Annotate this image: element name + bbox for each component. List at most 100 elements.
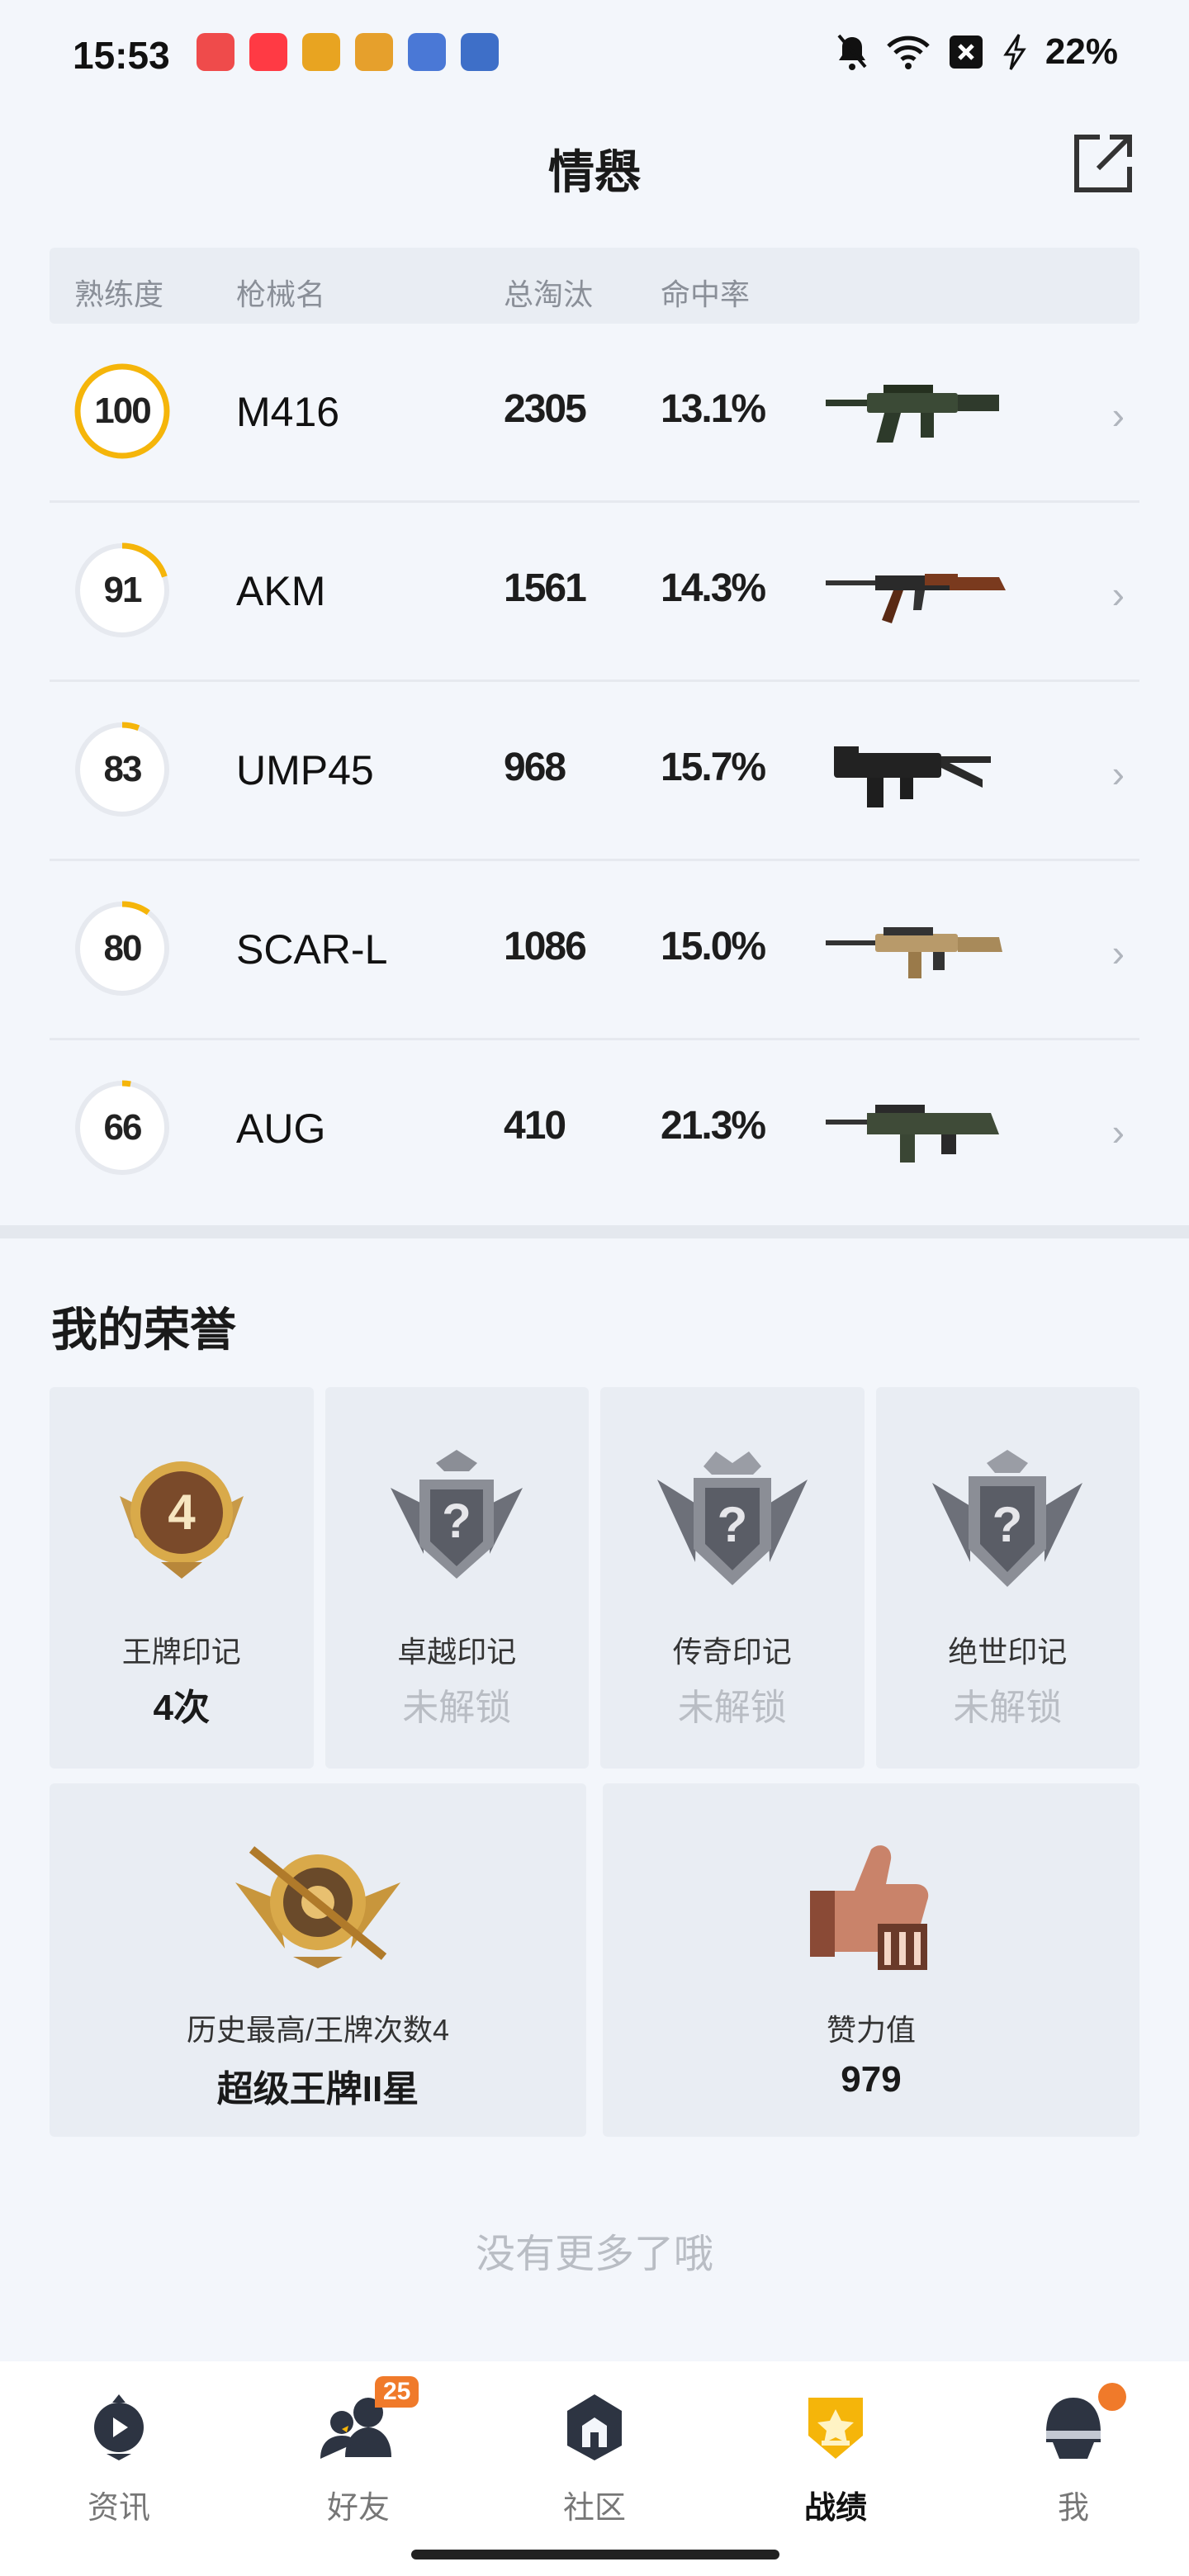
stat-label: 赞力值 [826, 2013, 916, 2047]
hit-rate-value: 13.1% [661, 387, 766, 431]
weapon-table: 熟练度 枪械名 总淘汰 命中率 100 M416 2305 13.1% › 91… [50, 248, 1139, 1217]
nav-item-news[interactable]: 资讯 [36, 2383, 201, 2531]
akm-icon [826, 574, 1006, 623]
badge-number: 4 [168, 1485, 196, 1540]
notification-app-icons [197, 33, 499, 71]
music-app-icon [249, 33, 287, 71]
share-icon[interactable] [1070, 130, 1136, 197]
badge-number: ? [717, 1497, 747, 1552]
nav-item-profile[interactable]: 我 [991, 2383, 1156, 2531]
ace-mark-icon: 4 [119, 1461, 244, 1579]
badge-value: 未解锁 [677, 1688, 787, 1728]
legend-mark-icon: ? [656, 1451, 808, 1585]
excellence-mark-icon: ? [391, 1450, 523, 1579]
badge-number: ? [443, 1494, 471, 1548]
weapon-name: M416 [236, 389, 340, 435]
proficiency-value: 66 [103, 1107, 143, 1148]
hero-app-icon [461, 33, 499, 71]
nav-label: 社区 [562, 2491, 626, 2526]
ace-rank-emblem-icon [235, 1846, 400, 1968]
hit-rate-value: 21.3% [661, 1104, 766, 1148]
stat-value: 超级王牌II星 [216, 2069, 419, 2110]
table-row[interactable]: 83 UMP45 968 15.7% › [50, 682, 1139, 861]
status-right: 22% [836, 31, 1118, 73]
col-weapon-name: 枪械名 [236, 277, 326, 311]
section-divider [0, 1225, 1189, 1238]
bottom-nav: 资讯 25 好友 社区 战绩 我 [0, 2361, 1189, 2576]
nav-label: 资讯 [87, 2491, 150, 2526]
chevron-right-icon[interactable]: › [1112, 751, 1125, 796]
stat-card-likes[interactable]: 赞力值 979 [603, 1783, 1139, 2137]
nav-label: 我 [1057, 2491, 1089, 2526]
home-indicator[interactable] [411, 2550, 779, 2559]
badge-value: 4次 [153, 1688, 210, 1728]
badge-name: 王牌印记 [121, 1635, 241, 1669]
peerless-mark-icon: ? [932, 1450, 1083, 1587]
stat-card-highest-rank[interactable]: 历史最高/王牌次数4 超级王牌II星 [50, 1783, 586, 2137]
badge-name: 卓越印记 [397, 1635, 517, 1669]
m416-icon [826, 385, 999, 443]
kills-value: 1561 [504, 566, 587, 610]
scar-l-icon [826, 927, 1002, 978]
record-icon [808, 2398, 863, 2459]
badge-grid: 4 王牌印记 4次 ? 卓越印记 未解锁 ? 传奇印记 未解锁 ? 绝世印记 未… [50, 1387, 1139, 1769]
end-of-list-text: 没有更多了哦 [475, 2233, 713, 2276]
charging-icon [1003, 34, 1026, 70]
battery-percent: 22% [1045, 31, 1118, 72]
nav-item-record[interactable]: 战绩 [753, 2383, 918, 2531]
chevron-right-icon[interactable]: › [1112, 393, 1125, 438]
page-header: 情㦛 [0, 116, 1189, 215]
table-row[interactable]: 80 SCAR-L 1086 15.0% › [50, 861, 1139, 1040]
mute-bell-icon [837, 34, 867, 70]
nav-label: 战绩 [803, 2491, 867, 2526]
hit-rate-value: 15.7% [661, 746, 766, 789]
honors-title: 我的荣誉 [51, 1304, 236, 1356]
status-time: 15:53 [73, 34, 170, 77]
weapon-name: SCAR-L [236, 926, 388, 973]
page-title: 情㦛 [548, 146, 641, 198]
col-proficiency: 熟练度 [74, 277, 164, 311]
chevron-right-icon[interactable]: › [1112, 930, 1125, 975]
badge-card[interactable]: ? 传奇印记 未解锁 [600, 1387, 865, 1769]
nav-label: 好友 [326, 2491, 390, 2526]
nav-item-community[interactable]: 社区 [512, 2383, 677, 2531]
chevron-right-icon[interactable]: › [1112, 572, 1125, 617]
weapon-name: UMP45 [236, 747, 374, 793]
news-icon [94, 2394, 144, 2460]
video-app-icon [197, 33, 234, 71]
table-row[interactable]: 91 AKM 1561 14.3% › [50, 503, 1139, 682]
status-bar: 15:53 22% [0, 0, 1189, 107]
friends-count-badge: 25 [375, 2376, 419, 2408]
ump45-icon [834, 746, 991, 807]
cartoon-app-icon [408, 33, 446, 71]
hit-rate-value: 15.0% [661, 925, 766, 968]
badge-card[interactable]: 4 王牌印记 4次 [50, 1387, 314, 1769]
proficiency-value: 80 [103, 928, 143, 968]
proficiency-value: 83 [103, 749, 143, 789]
notification-dot [1098, 2383, 1126, 2411]
kills-value: 968 [504, 746, 566, 789]
badge-number: ? [992, 1497, 1023, 1552]
proficiency-value: 100 [94, 391, 151, 431]
kills-value: 1086 [504, 925, 587, 968]
badge-value: 未解锁 [402, 1688, 512, 1728]
badge-card[interactable]: ? 卓越印记 未解锁 [324, 1387, 589, 1769]
nav-item-friends[interactable]: 25 好友 [276, 2376, 441, 2531]
weapon-name: AUG [236, 1106, 326, 1152]
aug-icon [826, 1105, 999, 1163]
proficiency-value: 91 [103, 570, 143, 610]
kills-value: 410 [504, 1104, 566, 1148]
col-hit-rate: 命中率 [661, 277, 751, 311]
wifi-icon [887, 36, 930, 69]
col-kills: 总淘汰 [504, 277, 594, 311]
badge-value: 未解锁 [953, 1688, 1063, 1728]
stat-label: 历史最高/王牌次数4 [186, 2013, 450, 2047]
table-row[interactable]: 100 M416 2305 13.1% › [50, 324, 1139, 503]
game-app-icon [302, 33, 340, 71]
stat-grid: 历史最高/王牌次数4 超级王牌II星 赞力值 979 [50, 1783, 1139, 2137]
chevron-right-icon[interactable]: › [1112, 1110, 1125, 1154]
badge-name: 传奇印记 [672, 1635, 792, 1669]
table-row[interactable]: 66 AUG 410 21.3% › [50, 1040, 1139, 1217]
kills-value: 2305 [504, 387, 587, 431]
badge-card[interactable]: ? 绝世印记 未解锁 [875, 1387, 1139, 1769]
